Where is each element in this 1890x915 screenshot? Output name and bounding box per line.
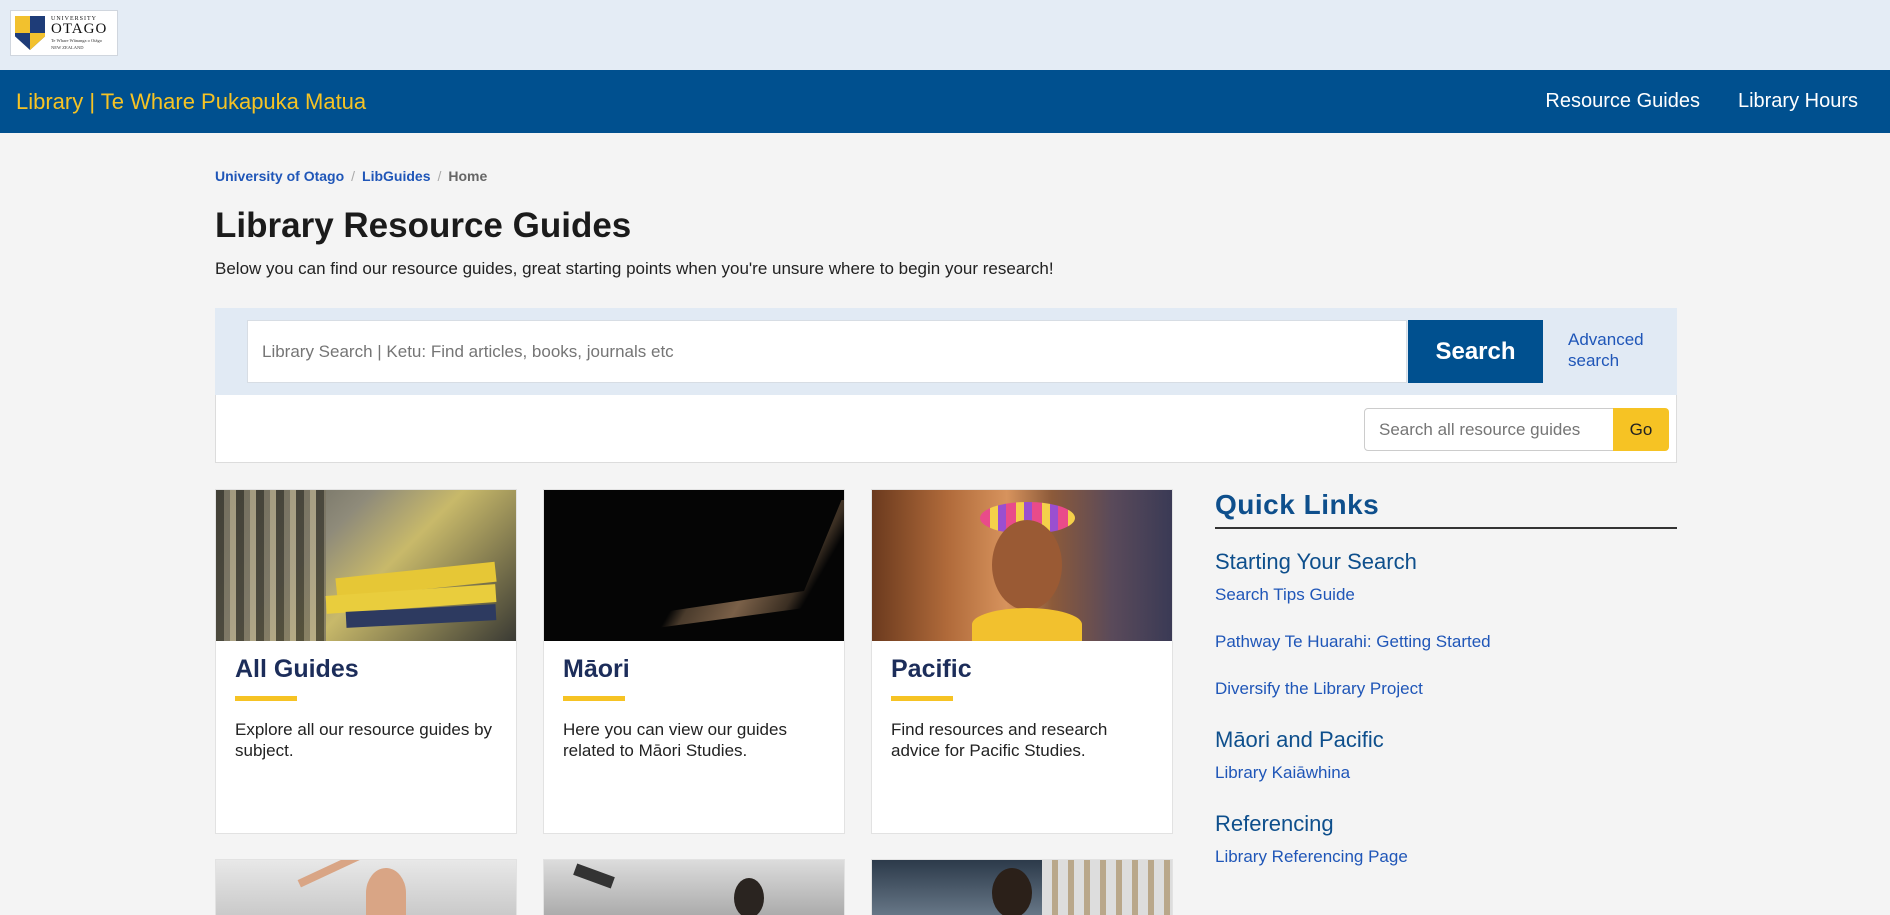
card-accent-bar — [563, 696, 625, 701]
logo-line-maori: Te Whare Wānanga o Otāgo — [51, 38, 102, 43]
quick-link-pathway[interactable]: Pathway Te Huarahi: Getting Started — [1215, 632, 1677, 652]
card-image-lab[interactable] — [543, 859, 845, 915]
library-search-panel: Search Advanced search — [215, 308, 1677, 395]
breadcrumb-separator: / — [437, 168, 442, 184]
quick-links-title: Quick Links — [1215, 489, 1677, 529]
card-pacific[interactable]: Pacific Find resources and research advi… — [871, 489, 1173, 834]
breadcrumb-current: Home — [448, 168, 488, 184]
quick-link-search-tips[interactable]: Search Tips Guide — [1215, 585, 1677, 605]
card-image-books — [216, 490, 516, 641]
content-area: All Guides Explore all our resource guid… — [215, 489, 1677, 915]
crest-icon — [15, 16, 45, 50]
card-all-guides[interactable]: All Guides Explore all our resource guid… — [215, 489, 517, 834]
card-text: Here you can view our guides related to … — [563, 720, 787, 760]
logo-wordmark: UNIVERSITY OTAGO Te Whare Wānanga o Otāg… — [51, 16, 107, 50]
logo-line-otago: OTAGO — [51, 21, 108, 37]
quick-section-heading: Māori and Pacific — [1215, 727, 1384, 752]
card-image-dance[interactable] — [215, 859, 517, 915]
card-title: Māori — [563, 655, 630, 683]
card-image-pacific-students — [872, 490, 1172, 641]
nav-links: Resource Guides Library Hours — [1545, 90, 1874, 113]
card-maori[interactable]: Māori Here you can view our guides relat… — [543, 489, 845, 834]
card-accent-bar — [891, 696, 953, 701]
main-nav: Library | Te Whare Pukapuka Matua Resour… — [0, 70, 1890, 133]
quick-link-kaiawhina[interactable]: Library Kaiāwhina — [1215, 763, 1677, 783]
quick-section-heading: Referencing — [1215, 811, 1334, 836]
nav-resource-guides[interactable]: Resource Guides — [1545, 90, 1700, 113]
page-title: Library Resource Guides — [215, 206, 632, 245]
breadcrumb-university[interactable]: University of Otago — [215, 168, 344, 184]
page-description: Below you can find our resource guides, … — [215, 259, 1054, 278]
card-text: Find resources and research advice for P… — [891, 720, 1108, 760]
guide-search-input[interactable] — [1364, 408, 1614, 451]
card-text: Explore all our resource guides by subje… — [235, 720, 493, 760]
breadcrumb: University of Otago / LibGuides / Home — [215, 168, 1677, 184]
card-accent-bar — [235, 696, 297, 701]
quick-links: Quick Links Starting Your Search Search … — [1215, 489, 1677, 867]
library-search-input[interactable] — [247, 320, 1407, 383]
university-logo[interactable]: UNIVERSITY OTAGO Te Whare Wānanga o Otāg… — [10, 10, 118, 56]
breadcrumb-libguides[interactable]: LibGuides — [362, 168, 430, 184]
logo-bar: UNIVERSITY OTAGO Te Whare Wānanga o Otāg… — [0, 0, 1890, 70]
main-content: University of Otago / LibGuides / Home L… — [215, 133, 1677, 915]
card-image-workshop[interactable] — [871, 859, 1173, 915]
quick-link-referencing[interactable]: Library Referencing Page — [1215, 847, 1677, 867]
card-title: Pacific — [891, 655, 972, 683]
logo-line-country: NEW ZEALAND — [51, 44, 84, 50]
card-title: All Guides — [235, 655, 359, 683]
advanced-search-link[interactable]: Advanced search — [1568, 329, 1658, 371]
site-title-link[interactable]: Library | Te Whare Pukapuka Matua — [16, 89, 366, 115]
guide-search-panel: Go — [215, 395, 1677, 463]
card-image-carving — [544, 490, 844, 641]
search-button[interactable]: Search — [1408, 320, 1543, 383]
quick-link-diversify[interactable]: Diversify the Library Project — [1215, 679, 1677, 699]
nav-library-hours[interactable]: Library Hours — [1738, 90, 1858, 113]
go-button[interactable]: Go — [1613, 408, 1669, 451]
breadcrumb-separator: / — [351, 168, 356, 184]
quick-section-heading: Starting Your Search — [1215, 549, 1417, 574]
